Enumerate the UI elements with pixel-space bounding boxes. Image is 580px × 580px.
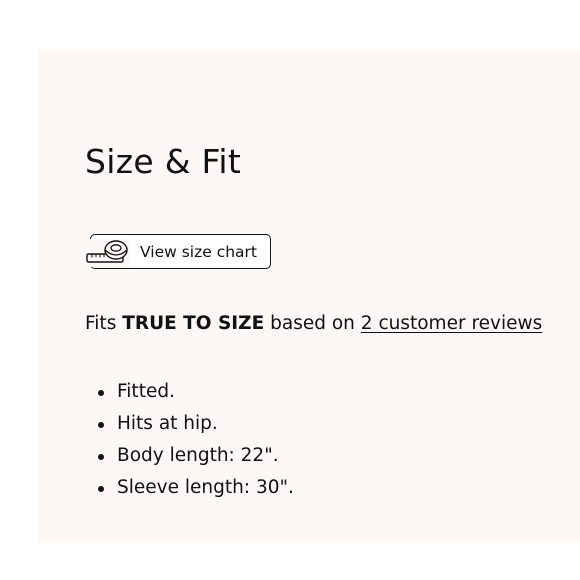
list-item: Sleeve length: 30".	[98, 472, 294, 504]
section-title: Size & Fit	[85, 142, 242, 181]
list-item: Body length: 22".	[98, 440, 294, 472]
fit-details-list: Fitted. Hits at hip. Body length: 22". S…	[98, 376, 294, 504]
fit-middle-text: based on	[270, 313, 355, 334]
view-size-chart-button[interactable]: View size chart	[84, 234, 271, 269]
customer-reviews-link[interactable]: 2 customer reviews	[361, 313, 542, 334]
list-item: Fitted.	[98, 376, 294, 408]
size-fit-panel: Size & Fit View size chart Fits TRUE TO …	[38, 50, 580, 542]
list-item: Hits at hip.	[98, 408, 294, 440]
fit-value: TRUE TO SIZE	[122, 313, 265, 334]
measuring-tape-icon	[84, 239, 130, 267]
view-size-chart-label: View size chart	[140, 243, 257, 261]
fit-prefix: Fits	[85, 313, 117, 334]
fit-summary: Fits TRUE TO SIZE based on 2 customer re…	[85, 312, 542, 336]
